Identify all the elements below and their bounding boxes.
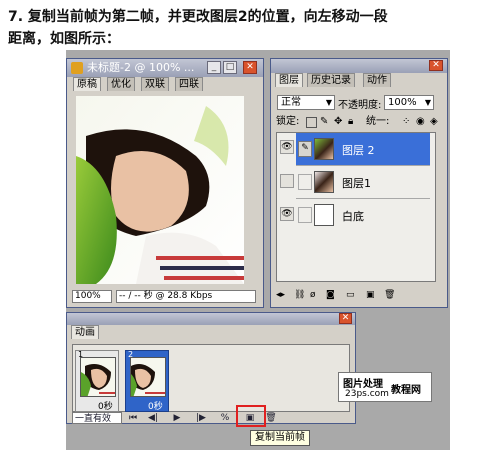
nav-arrows-icon[interactable]: ◂▸ bbox=[276, 288, 285, 302]
tween-icon[interactable]: % bbox=[218, 412, 232, 424]
layers-panel-titlebar[interactable]: ✕ bbox=[271, 59, 447, 73]
blend-mode-select[interactable]: 正常 ▼ bbox=[277, 95, 335, 110]
download-time-field[interactable]: -- / -- 秒 @ 28.8 Kbps bbox=[116, 290, 256, 303]
close-button[interactable]: ✕ bbox=[243, 61, 257, 74]
document-titlebar[interactable]: 未标题-2 @ 100% ... _ □ ✕ bbox=[67, 59, 263, 77]
animation-close-button[interactable]: ✕ bbox=[339, 313, 352, 324]
document-canvas[interactable] bbox=[76, 96, 244, 284]
brush-link-icon: ✎ bbox=[298, 141, 312, 157]
opacity-value: 100% bbox=[388, 97, 417, 108]
watermark-line2: 23ps.com bbox=[345, 389, 389, 399]
lock-transparency-icon[interactable] bbox=[306, 117, 317, 128]
animation-frame-2[interactable]: 2 0秒 bbox=[125, 350, 169, 412]
portrait-image bbox=[76, 96, 244, 284]
highlight-box bbox=[236, 405, 266, 427]
animation-titlebar[interactable]: ✕ bbox=[67, 313, 355, 325]
layers-toolbar: ◂▸ ⛓ ø ◙ ▭ ▣ 🗑︎ bbox=[276, 288, 438, 302]
layer-thumbnail bbox=[314, 171, 334, 193]
lock-move-icon[interactable]: ✥ bbox=[334, 115, 342, 129]
unify-label: 统一: bbox=[366, 116, 390, 127]
layers-tabs: 图层 历史记录 动作 bbox=[271, 73, 447, 87]
link-slot bbox=[298, 207, 312, 223]
frame-delay[interactable]: 0秒 bbox=[148, 399, 163, 412]
frame-thumbnail bbox=[130, 357, 166, 397]
tab-actions[interactable]: 动作 bbox=[363, 73, 391, 87]
instruction-text: 7. 复制当前帧为第二帧，并更改图层2的位置，向左移动一段 距离，如图所示： bbox=[8, 6, 492, 50]
trash-icon[interactable]: 🗑︎ bbox=[264, 412, 278, 424]
layer-style-icon[interactable]: ø bbox=[310, 288, 316, 302]
new-set-icon[interactable]: ▭ bbox=[346, 288, 355, 302]
minimize-button[interactable]: _ bbox=[207, 61, 221, 74]
tab-optimized[interactable]: 优化 bbox=[107, 77, 135, 91]
layer-visibility-empty[interactable] bbox=[280, 174, 294, 188]
prev-frame-icon[interactable]: ◀| bbox=[146, 412, 160, 424]
layer-name: 图层 2 bbox=[342, 144, 375, 157]
frame-thumbnail bbox=[80, 357, 116, 397]
chevron-down-icon: ▼ bbox=[424, 98, 431, 107]
unify-style-icon[interactable]: ◈ bbox=[430, 115, 438, 129]
lock-row: 锁定: ✎ ✥ 🔒︎ 统一: ⁘ ◉ ◈ bbox=[276, 115, 444, 129]
layer-row-layer1[interactable]: 图层1 bbox=[296, 166, 430, 199]
animation-frame-1[interactable]: 1 0秒 bbox=[75, 350, 119, 412]
tab-layers[interactable]: 图层 bbox=[275, 73, 303, 87]
maximize-button[interactable]: □ bbox=[223, 61, 237, 74]
next-frame-icon[interactable]: |▶ bbox=[194, 412, 208, 424]
lock-label: 锁定: bbox=[276, 116, 300, 127]
lock-all-icon[interactable]: 🔒︎ bbox=[348, 115, 353, 129]
tab-2up[interactable]: 双联 bbox=[141, 77, 169, 91]
layers-close-button[interactable]: ✕ bbox=[429, 60, 443, 71]
layer-visibility-eye-icon[interactable]: 👁 bbox=[280, 140, 294, 154]
link-layers-icon[interactable]: ⛓ bbox=[294, 288, 305, 302]
document-tabs: 原稿 优化 双联 四联 bbox=[67, 77, 263, 91]
new-layer-icon[interactable]: ▣ bbox=[366, 288, 375, 302]
layer-thumbnail bbox=[314, 204, 334, 226]
opacity-field[interactable]: 100% ▼ bbox=[384, 95, 434, 110]
app-icon bbox=[71, 62, 83, 74]
layer-name: 白底 bbox=[342, 210, 364, 223]
instruction-line-2: 距离，如图所示： bbox=[8, 31, 120, 47]
unify-visibility-icon[interactable]: ◉ bbox=[416, 115, 425, 129]
opacity-label: 不透明度: bbox=[338, 100, 382, 111]
frame-delay[interactable]: 0秒 bbox=[98, 399, 113, 412]
layer-row-background[interactable]: 白底 bbox=[296, 199, 430, 231]
zoom-field[interactable]: 100% bbox=[72, 290, 112, 303]
mask-icon[interactable]: ◙ bbox=[326, 288, 335, 302]
layer-name: 图层1 bbox=[342, 177, 371, 190]
layer-thumbnail bbox=[314, 138, 334, 160]
blend-mode-value: 正常 bbox=[281, 97, 301, 108]
first-frame-icon[interactable]: ⏮ bbox=[126, 412, 140, 424]
layer-row-layer2[interactable]: ✎ 图层 2 bbox=[296, 133, 430, 166]
chevron-down-icon: ▼ bbox=[325, 98, 332, 107]
link-slot bbox=[298, 174, 312, 190]
trash-icon[interactable]: 🗑︎ bbox=[384, 288, 395, 302]
tooltip: 复制当前帧 bbox=[250, 430, 310, 446]
tooltip-text: 复制当前帧 bbox=[255, 432, 305, 443]
tab-history[interactable]: 历史记录 bbox=[307, 73, 355, 87]
tab-animation[interactable]: 动画 bbox=[71, 325, 99, 339]
animation-tabs: 动画 bbox=[67, 325, 355, 339]
unify-position-icon[interactable]: ⁘ bbox=[402, 115, 410, 129]
tab-original[interactable]: 原稿 bbox=[73, 77, 101, 91]
watermark-logo: 图片处理 教程网 23ps.com bbox=[338, 372, 432, 402]
instruction-line-1: 7. 复制当前帧为第二帧，并更改图层2的位置，向左移动一段 bbox=[8, 9, 388, 25]
watermark-line1: 图片处理 bbox=[343, 379, 383, 390]
lock-brush-icon[interactable]: ✎ bbox=[320, 115, 328, 129]
tab-4up[interactable]: 四联 bbox=[175, 77, 203, 91]
loop-select[interactable]: 一直有效 bbox=[72, 412, 122, 424]
layer-visibility-eye-icon[interactable]: 👁 bbox=[280, 207, 294, 221]
document-title: 未标题-2 @ 100% ... bbox=[87, 61, 195, 74]
document-statusbar: 100% -- / -- 秒 @ 28.8 Kbps bbox=[70, 290, 260, 304]
play-icon[interactable]: ▶ bbox=[170, 412, 184, 424]
watermark-line1b: 教程网 bbox=[391, 385, 421, 396]
